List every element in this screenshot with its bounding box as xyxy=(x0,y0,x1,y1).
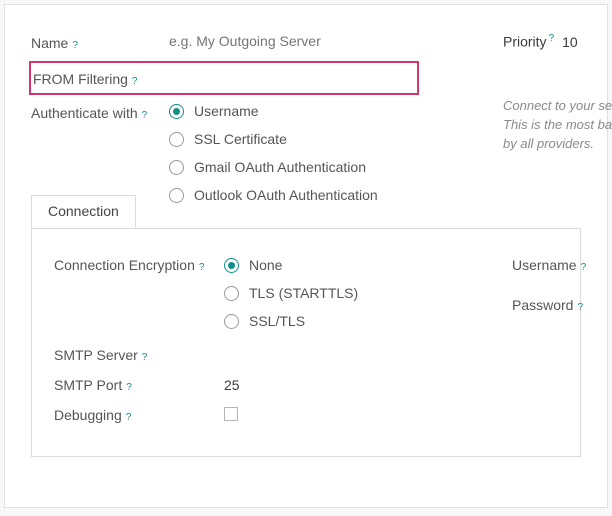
encryption-radio-group: None TLS (STARTTLS) SSL/TLS xyxy=(224,257,558,329)
name-row: Name ? xyxy=(31,33,581,51)
smtp-port-input[interactable] xyxy=(224,377,284,393)
help-icon[interactable]: ? xyxy=(72,40,78,51)
smtp-server-label: SMTP Server ? xyxy=(54,347,224,363)
debugging-label-text: Debugging xyxy=(54,407,122,423)
encryption-label-text: Connection Encryption xyxy=(54,257,195,273)
authenticate-row: Authenticate with ? Username SSL Certifi… xyxy=(31,103,581,203)
authenticate-label-text: Authenticate with xyxy=(31,105,138,121)
smtp-server-row: SMTP Server ? xyxy=(54,347,558,363)
from-filtering-text: FROM Filtering xyxy=(33,71,128,87)
name-label: Name ? xyxy=(31,33,169,51)
encryption-option-tls[interactable]: TLS (STARTTLS) xyxy=(224,285,558,301)
priority-label: Priority? xyxy=(503,33,554,50)
auth-option-label: SSL Certificate xyxy=(194,131,287,147)
debugging-checkbox[interactable] xyxy=(224,407,238,421)
help-icon[interactable]: ? xyxy=(132,76,138,87)
smtp-port-label-text: SMTP Port xyxy=(54,377,122,393)
help-icon[interactable]: ? xyxy=(199,262,205,273)
smtp-port-label: SMTP Port ? xyxy=(54,377,224,393)
debugging-row: Debugging ? xyxy=(54,407,558,424)
username-label-text: Username xyxy=(512,257,577,273)
password-label-text: Password xyxy=(512,297,573,313)
help-icon[interactable]: ? xyxy=(577,302,583,313)
encryption-option-none[interactable]: None xyxy=(224,257,558,273)
authenticate-label: Authenticate with ? xyxy=(31,103,169,121)
radio-icon xyxy=(224,258,239,273)
from-filtering-row: FROM Filtering ? xyxy=(29,61,419,95)
encryption-option-label: TLS (STARTTLS) xyxy=(249,285,358,301)
help-icon[interactable]: ? xyxy=(142,352,148,363)
encryption-option-label: SSL/TLS xyxy=(249,313,305,329)
smtp-server-input[interactable] xyxy=(224,347,424,363)
encryption-label: Connection Encryption ? xyxy=(54,257,224,273)
radio-icon xyxy=(224,286,239,301)
smtp-port-row: SMTP Port ? xyxy=(54,377,558,393)
radio-icon xyxy=(169,104,184,119)
radio-icon xyxy=(224,314,239,329)
priority-input[interactable] xyxy=(562,34,592,50)
from-filtering-label: FROM Filtering ? xyxy=(31,69,169,87)
tabs-bar: Connection xyxy=(31,195,581,229)
radio-icon xyxy=(169,132,184,147)
encryption-option-label: None xyxy=(249,257,282,273)
help-icon[interactable]: ? xyxy=(581,262,587,273)
help-icon[interactable]: ? xyxy=(142,110,148,121)
tab-connection[interactable]: Connection xyxy=(31,195,136,228)
encryption-row: Connection Encryption ? None TLS (STARTT… xyxy=(54,257,558,329)
help-icon[interactable]: ? xyxy=(126,412,132,423)
help-description: Connect to your serv This is the most ba… xyxy=(503,97,612,154)
debugging-label: Debugging ? xyxy=(54,407,224,423)
auth-option-gmail-oauth[interactable]: Gmail OAuth Authentication xyxy=(169,159,581,175)
help-icon[interactable]: ? xyxy=(549,33,555,44)
priority-label-text: Priority xyxy=(503,34,547,50)
settings-panel: Name ? FROM Filtering ? Authenticate wit… xyxy=(4,4,608,508)
credentials-area: Username ? Password ? xyxy=(512,257,586,337)
password-label: Password ? xyxy=(512,297,586,313)
name-label-text: Name xyxy=(31,35,68,51)
priority-area: Priority? xyxy=(503,33,612,60)
auth-option-label: Gmail OAuth Authentication xyxy=(194,159,366,175)
connection-tab-panel: Connection Connection Encryption ? None … xyxy=(31,229,581,457)
radio-icon xyxy=(169,160,184,175)
auth-option-label: Username xyxy=(194,103,259,119)
name-input[interactable] xyxy=(169,33,389,49)
help-icon[interactable]: ? xyxy=(126,382,132,393)
encryption-option-ssl[interactable]: SSL/TLS xyxy=(224,313,558,329)
username-label: Username ? xyxy=(512,257,586,273)
smtp-server-label-text: SMTP Server xyxy=(54,347,138,363)
